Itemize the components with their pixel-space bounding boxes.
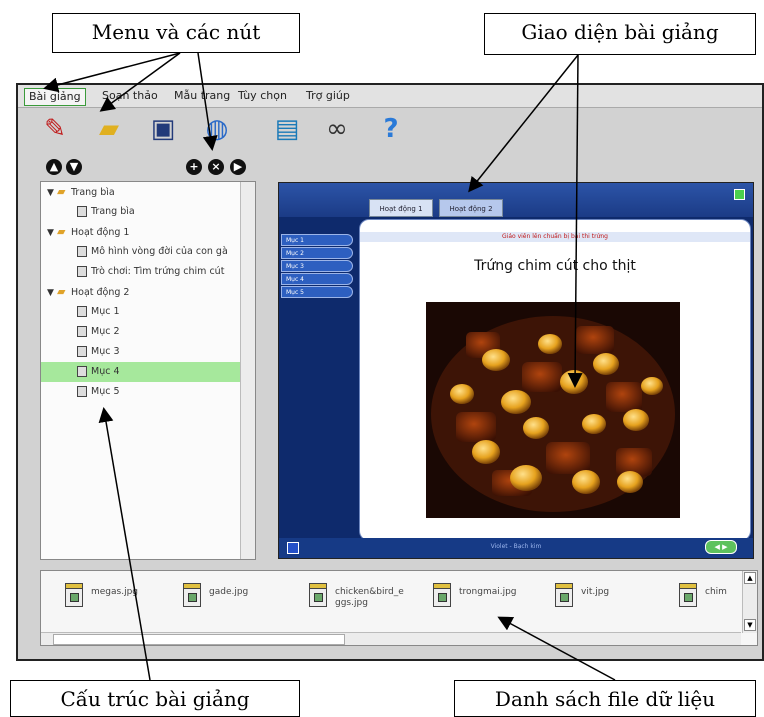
image-file-icon <box>183 583 201 607</box>
toolbar: ✎ ▰ ▣ ◍ ▤ ∞ ? <box>18 108 762 152</box>
tree-label: Trò chơi: Tìm trứng chim cút <box>91 266 225 277</box>
callout-files: Danh sách file dữ liệu <box>454 680 756 717</box>
preview-heading: Trứng chim cút cho thịt <box>474 258 636 274</box>
file-name: trongmai.jpg <box>459 587 517 597</box>
tree-item[interactable]: Mô hình vòng đời của con gà <box>41 242 255 262</box>
next-button[interactable]: ▶ <box>230 159 246 175</box>
file-name: chicken&bird_eggs.jpg <box>335 587 404 608</box>
tree-item-selected[interactable]: Mục 4 <box>41 362 255 382</box>
file-name: megas.jpg <box>91 587 139 597</box>
image-file-icon <box>309 583 327 607</box>
menu-tuy-chon[interactable]: Tùy chọn <box>234 88 291 104</box>
tree-folder[interactable]: ▼ ▰ Hoạt động 1 <box>41 222 245 242</box>
tree-label: Mục 4 <box>91 366 120 377</box>
callout-structure: Cấu trúc bài giảng <box>10 680 300 717</box>
preview-menu-item[interactable]: Mục 5 <box>281 286 353 298</box>
preview-menu-item[interactable]: Mục 1 <box>281 234 353 246</box>
preview-menu-item[interactable]: Mục 4 <box>281 273 353 285</box>
tree-item[interactable]: Trò chơi: Tìm trứng chim cút <box>41 262 255 282</box>
tree-item[interactable]: Trang bìa <box>41 202 255 222</box>
file-list: megas.jpg gade.jpg chicken&bird_eggs.jpg… <box>40 570 758 646</box>
page-icon <box>77 266 87 277</box>
tree-label: Mục 2 <box>91 326 120 337</box>
page-icon <box>77 306 87 317</box>
page-icon <box>77 246 87 257</box>
tree-item[interactable]: Mục 2 <box>41 322 255 342</box>
tree-item[interactable]: Mục 1 <box>41 302 255 322</box>
scroll-thumb[interactable] <box>53 634 345 645</box>
preview-footer: Violet - Bạch kim ◀ ▶ <box>279 538 753 558</box>
menu-mau-trang[interactable]: Mẫu trang <box>170 88 234 104</box>
menu-bai-giang[interactable]: Bài giảng <box>24 88 86 106</box>
page-icon <box>77 326 87 337</box>
tree-scrollbar[interactable] <box>240 182 255 559</box>
page-icon <box>77 346 87 357</box>
preview-menu-item[interactable]: Mục 2 <box>281 247 353 259</box>
preview-tab-active[interactable]: Hoạt động 2 <box>439 199 503 217</box>
tree-folder[interactable]: ▼ ▰ Hoạt động 2 <box>41 282 245 302</box>
save-icon[interactable]: ▣ <box>146 112 180 146</box>
tree-label: Trang bìa <box>91 206 135 217</box>
folder-icon: ▰ <box>57 225 66 238</box>
menubar: Bài giảng Soạn thảo Mẫu trang Tùy chọn T… <box>18 85 762 108</box>
image-file-icon <box>65 583 83 607</box>
tree-label: Hoạt động 2 <box>71 287 130 298</box>
tree-label: Mô hình vòng đời của con gà <box>91 246 228 257</box>
pencil-icon[interactable]: ✎ <box>38 112 72 146</box>
quail-egg-photo <box>426 302 680 518</box>
scroll-down-icon[interactable]: ▼ <box>744 619 756 631</box>
folder-icon[interactable]: ▰ <box>92 112 126 146</box>
image-file-icon <box>433 583 451 607</box>
monitor-icon[interactable]: ▤ <box>270 112 304 146</box>
page-icon <box>77 386 87 397</box>
preview-menu-item[interactable]: Mục 3 <box>281 260 353 272</box>
expand-arrow-icon[interactable]: ▼ <box>47 283 57 302</box>
app-window: Bài giảng Soạn thảo Mẫu trang Tùy chọn T… <box>16 83 764 661</box>
file-name: vit.jpg <box>581 587 610 597</box>
lecture-preview: Hoạt động 1 Hoạt động 2 Mục 1 Mục 2 Mục … <box>278 182 754 559</box>
delete-button[interactable]: × <box>208 159 224 175</box>
file-list-vscrollbar[interactable]: ▲ ▼ <box>742 571 757 633</box>
menu-tro-giup[interactable]: Trợ giúp <box>302 88 354 104</box>
lecture-tree: ▼ ▰ Trang bìa Trang bìa ▼ ▰ Hoạt động 1 Mô h… <box>40 181 256 560</box>
tree-item[interactable]: Mục 3 <box>41 342 255 362</box>
image-file-icon <box>555 583 573 607</box>
expand-arrow-icon[interactable]: ▼ <box>47 223 57 242</box>
page-icon <box>77 206 87 217</box>
preview-footer-text: Violet - Bạch kim <box>490 543 542 550</box>
preview-stage: Giáo viên lên chuẩn bị bài thi trứng Trứ… <box>359 219 751 541</box>
tree-label: Mục 1 <box>91 306 120 317</box>
preview-tab[interactable]: Hoạt động 1 <box>369 199 433 217</box>
image-file-icon <box>679 583 697 607</box>
callout-interface: Giao diện bài giảng <box>484 13 756 55</box>
preview-instruction: Giáo viên lên chuẩn bị bài thi trứng <box>360 232 750 242</box>
file-list-hscrollbar[interactable] <box>41 632 741 645</box>
preview-header <box>279 183 753 217</box>
globe-icon[interactable]: ◍ <box>200 112 234 146</box>
binoculars-icon[interactable]: ∞ <box>320 112 354 146</box>
add-button[interactable]: + <box>186 159 202 175</box>
tree-label: Trang bìa <box>71 187 115 198</box>
callout-menu: Menu và các nút <box>52 13 300 53</box>
tree-label: Mục 3 <box>91 346 120 357</box>
page-icon <box>77 366 87 377</box>
menu-soan-thao[interactable]: Soạn thảo <box>98 88 162 104</box>
expand-arrow-icon[interactable]: ▼ <box>47 183 57 202</box>
help-icon[interactable]: ? <box>374 112 408 146</box>
folder-icon: ▰ <box>57 185 66 198</box>
tree-label: Mục 5 <box>91 386 120 397</box>
folder-icon: ▰ <box>57 285 66 298</box>
tree-item[interactable]: Mục 5 <box>41 382 255 402</box>
preview-nav-button[interactable]: ◀ ▶ <box>705 540 737 554</box>
move-down-button[interactable]: ▼ <box>66 159 82 175</box>
scroll-up-icon[interactable]: ▲ <box>744 572 756 584</box>
tree-label: Hoạt động 1 <box>71 227 130 238</box>
close-icon[interactable] <box>734 189 745 200</box>
move-up-button[interactable]: ▲ <box>46 159 62 175</box>
quail-egg-dish-image <box>426 302 680 518</box>
tree-folder[interactable]: ▼ ▰ Trang bìa <box>41 182 245 202</box>
file-name: gade.jpg <box>209 587 249 597</box>
file-name: chim <box>705 587 727 597</box>
